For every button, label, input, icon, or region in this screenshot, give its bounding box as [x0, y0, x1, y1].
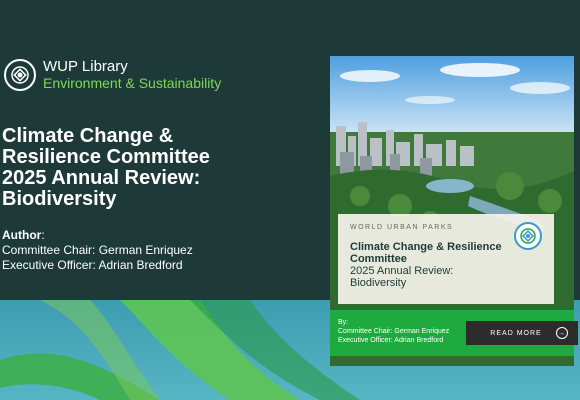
title-line: 2025 Annual Review:	[2, 167, 201, 189]
read-more-label: READ MORE	[490, 329, 542, 337]
cover-title-line: Climate Change & Resilience	[350, 241, 502, 253]
author-colon: :	[41, 228, 45, 242]
author-line: Committee Chair: German Enriquez	[2, 243, 193, 257]
author-label: Author	[2, 228, 42, 242]
cover-title-line: Committee	[350, 253, 407, 265]
cover-brand: WORLD URBAN PARKS	[350, 224, 454, 231]
cover-title: Climate Change & Resilience Committee	[350, 241, 542, 265]
read-more-button[interactable]: READ MORE →	[466, 321, 578, 345]
title-line: Biodiversity	[2, 188, 117, 210]
library-name: WUP Library	[43, 58, 128, 75]
arrow-right-circle-icon: →	[556, 327, 568, 339]
library-header: WUP Library Environment & Sustainability	[4, 58, 221, 92]
cover-title-panel: WORLD URBAN PARKS Climate Change & Resil…	[338, 214, 554, 304]
cover-subtitle-line: Biodiversity	[350, 277, 407, 289]
title-line: Climate Change &	[2, 125, 174, 147]
document-title: Climate Change & Resilience Committee 20…	[2, 126, 302, 210]
wup-globe-logo-icon	[514, 222, 542, 250]
author-line: Executive Officer: Adrian Bredford	[2, 258, 183, 272]
cover-subtitle: 2025 Annual Review: Biodiversity	[350, 265, 542, 289]
wup-logo-icon	[4, 59, 36, 91]
author-block: Author: Committee Chair: German Enriquez…	[2, 228, 193, 273]
library-section: Environment & Sustainability	[43, 75, 222, 91]
title-line: Resilience Committee	[2, 146, 210, 168]
cover-subtitle-line: 2025 Annual Review:	[350, 265, 454, 277]
report-cover[interactable]: WORLD URBAN PARKS Climate Change & Resil…	[330, 56, 574, 366]
